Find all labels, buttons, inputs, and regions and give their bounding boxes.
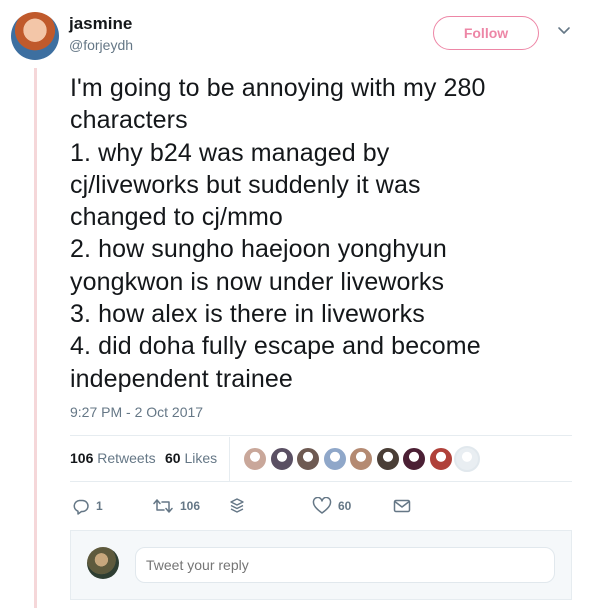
retweet-count: 106 xyxy=(180,499,201,513)
liker-avatar-7[interactable] xyxy=(401,446,427,472)
retweets-stat[interactable]: 106 Retweets xyxy=(70,450,156,466)
tweet-header: jasmine @forjeydh Follow xyxy=(11,12,587,62)
retweets-count: 106 xyxy=(70,450,94,466)
user-name[interactable]: jasmine xyxy=(69,14,132,34)
liker-avatar-1[interactable] xyxy=(242,446,268,472)
retweet-button[interactable]: 106 xyxy=(152,493,200,519)
heart-icon xyxy=(312,497,332,515)
user-handle[interactable]: @forjeydh xyxy=(69,37,133,53)
like-button[interactable]: 60 xyxy=(312,493,351,519)
liker-avatar-8[interactable] xyxy=(427,446,454,472)
divider xyxy=(70,481,572,482)
liker-avatar-5[interactable] xyxy=(348,446,374,472)
tweet-stats: 106 Retweets 60 Likes xyxy=(70,437,572,481)
direct-message-button[interactable] xyxy=(392,493,412,519)
tweet-text: I'm going to be annoying with my 280 cha… xyxy=(70,74,486,393)
follow-button[interactable]: Follow xyxy=(433,16,539,50)
thread-rule xyxy=(34,68,37,608)
stats-divider xyxy=(229,437,230,481)
liker-avatar-9[interactable] xyxy=(454,446,480,472)
reply-button[interactable]: 1 xyxy=(72,493,103,519)
likes-stat[interactable]: 60 Likes xyxy=(165,450,217,466)
likes-count: 60 xyxy=(165,450,181,466)
reply-icon xyxy=(72,497,90,515)
reply-count: 1 xyxy=(96,499,103,513)
retweet-icon xyxy=(152,497,174,515)
liker-avatar-4[interactable] xyxy=(321,446,348,472)
caret-down-icon[interactable] xyxy=(556,22,572,38)
reply-input[interactable] xyxy=(135,547,555,583)
avatar[interactable] xyxy=(11,12,59,60)
layers-icon xyxy=(228,497,246,515)
layers-button[interactable] xyxy=(228,493,246,519)
avatar xyxy=(87,547,119,579)
tweet-timestamp[interactable]: 9:27 PM - 2 Oct 2017 xyxy=(70,404,203,420)
reply-composer xyxy=(70,530,572,600)
liker-avatar-3[interactable] xyxy=(295,446,321,472)
message-icon xyxy=(392,497,412,515)
likes-label: Likes xyxy=(184,450,218,466)
divider xyxy=(70,435,572,436)
like-count: 60 xyxy=(338,499,352,513)
liker-avatar-6[interactable] xyxy=(374,446,401,472)
retweets-label: Retweets xyxy=(97,450,156,466)
liker-avatar-2[interactable] xyxy=(268,446,295,472)
tweet-actions: 1 106 60 xyxy=(70,493,572,519)
